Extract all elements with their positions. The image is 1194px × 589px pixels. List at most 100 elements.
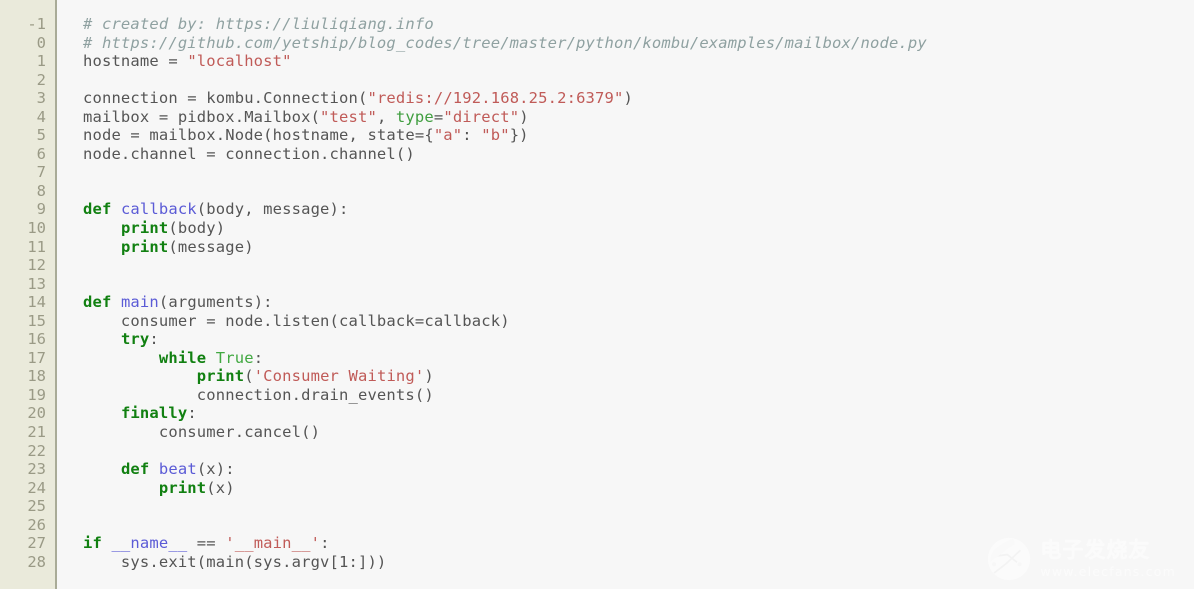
code-line[interactable] <box>83 182 1194 201</box>
code-line[interactable] <box>83 516 1194 535</box>
token-plain: hostname = <box>83 52 188 71</box>
code-line[interactable] <box>83 71 1194 90</box>
token-plain: node.channel = connection.channel() <box>83 144 415 163</box>
code-line[interactable]: print(message) <box>83 238 1194 257</box>
line-number: 7 <box>36 163 46 182</box>
line-number: 9 <box>36 200 46 219</box>
token-comment: # created by: https://liuliqiang.info <box>83 15 434 33</box>
code-line[interactable] <box>83 163 1194 182</box>
token-plain: (body) <box>168 219 226 238</box>
code-line[interactable]: consumer.cancel() <box>83 423 1194 442</box>
line-number: 26 <box>27 515 46 534</box>
token-keyword: if <box>83 534 102 553</box>
code-line[interactable]: def beat(x): <box>83 460 1194 479</box>
token-plain: ( <box>244 367 254 386</box>
line-number: 18 <box>27 367 46 386</box>
token-funcname: callback <box>120 200 197 219</box>
line-number: 20 <box>27 404 46 423</box>
token-plain: = <box>433 107 444 126</box>
code-line[interactable]: mailbox = pidbox.Mailbox("test", type="d… <box>83 108 1194 127</box>
token-keyword: def <box>120 460 150 479</box>
code-line[interactable]: # https://github.com/yetship/blog_codes/… <box>83 34 1194 53</box>
token-string: "test" <box>320 107 377 126</box>
code-line[interactable]: node.channel = connection.channel() <box>83 145 1194 164</box>
code-line[interactable]: consumer = node.listen(callback=callback… <box>83 312 1194 331</box>
code-line[interactable]: # created by: https://liuliqiang.info <box>83 15 1194 34</box>
token-magic: __name__ <box>111 534 188 553</box>
line-number: 6 <box>36 144 46 163</box>
token-plain: consumer = node.listen(callback=callback… <box>83 311 510 330</box>
token-string: '__main__' <box>225 534 321 553</box>
token-keyword: def <box>83 200 112 219</box>
token-builtin: print <box>120 219 169 238</box>
token-plain: (arguments): <box>158 293 273 312</box>
code-line[interactable]: try: <box>83 330 1194 349</box>
token-plain: : <box>149 330 159 349</box>
token-comment: # https://github.com/yetship/blog_codes/… <box>83 33 927 52</box>
line-number: 1 <box>36 52 46 71</box>
token-plain: mailbox = pidbox.Mailbox( <box>83 107 321 126</box>
token-plain: connection.drain_events() <box>83 385 434 404</box>
token-plain: : <box>462 126 482 145</box>
line-number: 22 <box>27 441 46 460</box>
line-number: 14 <box>27 293 46 312</box>
code-line[interactable]: connection = kombu.Connection("redis://1… <box>83 89 1194 108</box>
token-string: 'Consumer Waiting' <box>253 367 425 386</box>
code-line[interactable]: def callback(body, message): <box>83 200 1194 219</box>
code-line[interactable]: sys.exit(main(sys.argv[1:])) <box>83 553 1194 572</box>
line-number: 13 <box>27 274 46 293</box>
line-number: 23 <box>27 460 46 479</box>
code-line[interactable] <box>83 442 1194 461</box>
token-const: True <box>215 348 254 367</box>
code-line[interactable]: finally: <box>83 404 1194 423</box>
code-line[interactable]: print(x) <box>83 479 1194 498</box>
code-line[interactable]: node = mailbox.Node(hostname, state={"a"… <box>83 126 1194 145</box>
code-line[interactable]: print(body) <box>83 219 1194 238</box>
token-string: "localhost" <box>187 52 292 71</box>
token-builtin: print <box>158 478 207 497</box>
token-plain: node = mailbox.Node(hostname, state={ <box>83 126 434 145</box>
token-string: "redis://192.168.25.2:6379" <box>367 89 624 108</box>
token-string: "direct" <box>443 107 520 126</box>
token-plain: consumer.cancel() <box>83 423 321 442</box>
token-plain: ) <box>519 107 529 126</box>
line-number: 4 <box>36 107 46 126</box>
line-number: 3 <box>36 89 46 108</box>
code-line[interactable]: print('Consumer Waiting') <box>83 367 1194 386</box>
code-line[interactable]: def main(arguments): <box>83 293 1194 312</box>
code-line[interactable]: connection.drain_events() <box>83 386 1194 405</box>
token-plain: == <box>187 534 226 553</box>
code-content-area[interactable]: # created by: https://liuliqiang.info # h… <box>57 0 1194 589</box>
line-number: 21 <box>27 423 46 442</box>
code-line[interactable]: if __name__ == '__main__': <box>83 534 1194 553</box>
token-keyword: while <box>158 348 207 367</box>
line-number-gutter: -1 0 1 2 3 4 5 6 7 8 9 10 11 12 13 14 15 16 17 18 19 20 21 22 23… <box>0 0 57 589</box>
code-line[interactable] <box>83 256 1194 275</box>
line-number: 10 <box>27 219 46 238</box>
line-number: 16 <box>27 330 46 349</box>
token-funcname: main <box>120 293 159 312</box>
token-plain: , <box>376 107 396 126</box>
code-viewer: -1 0 1 2 3 4 5 6 7 8 9 10 11 12 13 14 15 16 17 18 19 20 21 22 23… <box>0 0 1194 589</box>
token-plain: sys.exit(main(sys.argv[1:])) <box>83 552 387 571</box>
line-number: 8 <box>36 181 46 200</box>
token-plain: (x) <box>206 478 235 497</box>
line-number: 28 <box>27 552 46 571</box>
line-number: 11 <box>27 237 46 256</box>
code-line[interactable]: hostname = "localhost" <box>83 52 1194 71</box>
code-line[interactable]: while True: <box>83 349 1194 368</box>
token-plain: }) <box>509 126 529 145</box>
line-number: -1 <box>27 15 46 33</box>
code-line[interactable] <box>83 275 1194 294</box>
code-line[interactable] <box>83 497 1194 516</box>
line-number: 27 <box>27 534 46 553</box>
